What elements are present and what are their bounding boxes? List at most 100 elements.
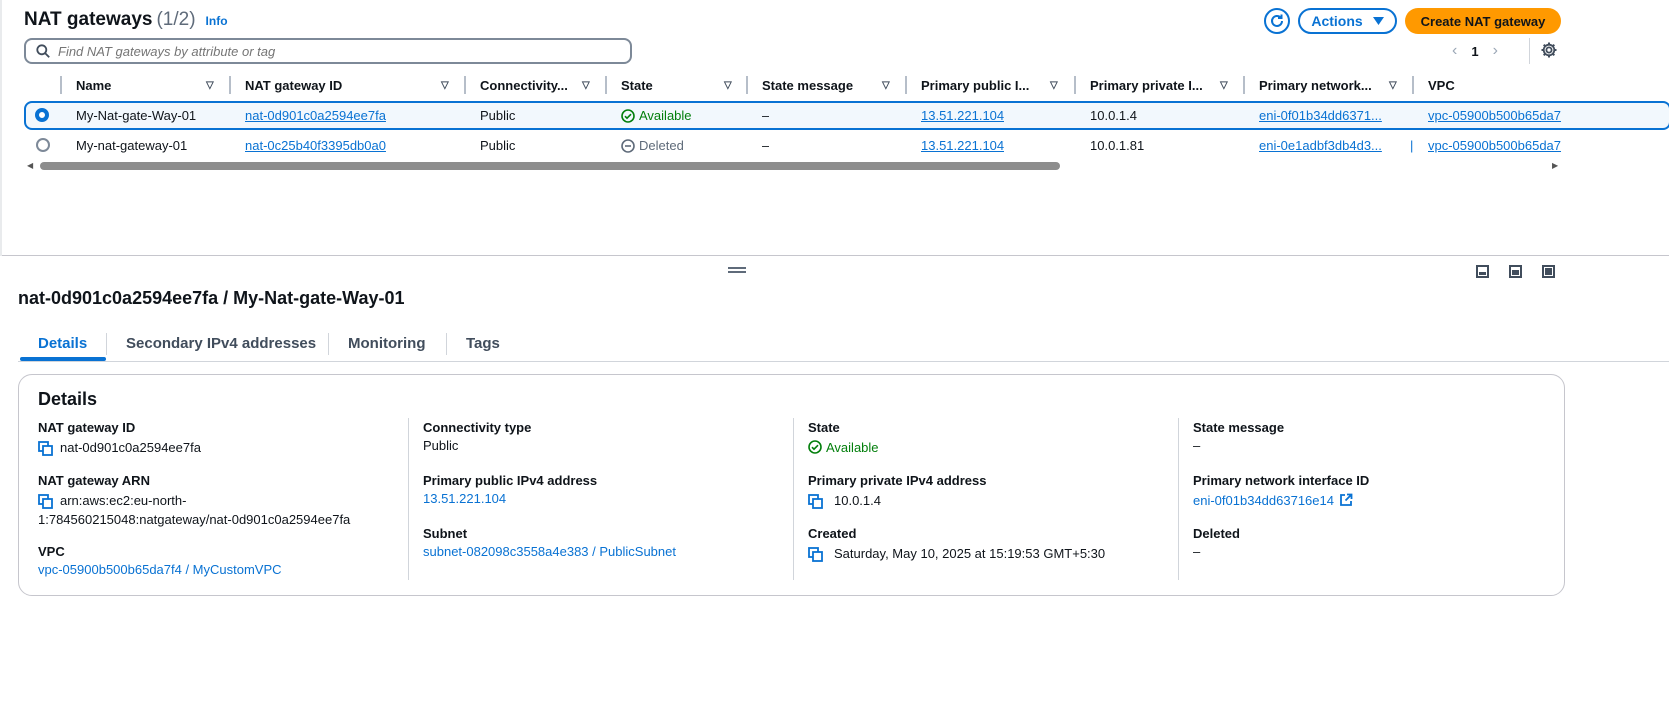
field-label: Created [808, 526, 857, 541]
cell-state-message: – [762, 138, 770, 153]
cell-public-ip-link[interactable]: 13.51.221.104 [921, 138, 1004, 153]
column-header-connectivity[interactable]: Connectivity... ▽ [480, 78, 590, 93]
field-created: Created Saturday, May 10, 2025 at 15:19:… [808, 526, 1105, 563]
field-label: State [808, 420, 840, 435]
field-label: Primary private IPv4 address [808, 473, 987, 488]
column-divider[interactable] [905, 76, 907, 94]
split-layout-controls [1476, 265, 1555, 278]
sort-icon: ▽ [582, 80, 590, 91]
column-divider[interactable] [605, 76, 607, 94]
check-circle-icon [621, 108, 635, 123]
sort-icon: ▽ [206, 80, 214, 91]
cell-vpc-link[interactable]: vpc-05900b500b65da7 [1428, 108, 1567, 123]
sort-icon: ▽ [1050, 80, 1058, 91]
external-link-icon[interactable] [1339, 493, 1353, 507]
column-header-state-message[interactable]: State message ▽ [762, 78, 890, 93]
panel-bottom-medium-icon[interactable] [1509, 265, 1522, 278]
cell-divider: | [1410, 138, 1414, 153]
copy-icon[interactable] [808, 494, 824, 510]
search-icon [36, 44, 50, 58]
cell-eni-link[interactable]: eni-0f01b34dd6371... [1259, 108, 1382, 123]
column-divider[interactable] [229, 76, 231, 94]
scrollbar-thumb[interactable] [40, 162, 1060, 170]
info-link[interactable]: Info [206, 14, 228, 28]
vpc-link[interactable]: vpc-05900b500b65da7f4 / MyCustomVPC [38, 562, 282, 577]
nat-gateways-table: Name ▽ NAT gateway ID ▽ Connectivity... ▽ S… [24, 72, 1669, 153]
sort-icon: ▽ [441, 80, 449, 91]
field-value: 10.0.1.4 [834, 493, 881, 508]
field-value-line2: 1:784560215048:natgateway/nat-0d901c0a25… [38, 512, 351, 527]
cell-vpc-link[interactable]: vpc-05900b500b65da7 [1428, 138, 1567, 153]
column-divider[interactable] [1412, 76, 1414, 94]
actions-button[interactable]: Actions [1298, 8, 1397, 34]
row-radio-selected[interactable] [35, 108, 49, 122]
column-header-name[interactable]: Name ▽ [76, 78, 216, 93]
field-label: Connectivity type [423, 420, 532, 435]
tab-monitoring[interactable]: Monitoring [348, 335, 425, 352]
state-text: Available [639, 108, 692, 123]
panel-bottom-small-icon[interactable] [1476, 265, 1489, 278]
horizontal-scrollbar[interactable]: ◀ ▶ [24, 161, 1562, 171]
cell-name: My-Nat-gate-Way-01 [76, 108, 197, 123]
drag-handle-icon[interactable] [728, 267, 746, 275]
subnet-link[interactable]: subnet-082098c3558a4e383 / PublicSubnet [423, 544, 676, 559]
search-input[interactable] [58, 43, 598, 59]
column-divider[interactable] [1074, 76, 1076, 94]
cell-public-ip-link[interactable]: 13.51.221.104 [921, 108, 1004, 123]
column-header-primary-private-ip[interactable]: Primary private I... ▽ [1090, 78, 1228, 93]
field-deleted: Deleted – [1193, 526, 1240, 559]
table-row[interactable]: My-Nat-gate-Way-01 nat-0d901c0a2594ee7fa… [24, 101, 1669, 130]
settings-button[interactable] [1540, 41, 1558, 62]
copy-icon[interactable] [38, 441, 54, 457]
field-connectivity-type: Connectivity type Public [423, 420, 531, 453]
column-header-primary-public-ip[interactable]: Primary public I... ▽ [921, 78, 1058, 93]
column-header-primary-network-interface[interactable]: Primary network... ▽ [1259, 78, 1397, 93]
column-header-state[interactable]: State ▽ [621, 78, 732, 93]
scroll-left-icon[interactable]: ◀ [27, 161, 33, 170]
column-divider [793, 418, 794, 580]
tab-details[interactable]: Details [38, 335, 87, 352]
public-ip-link[interactable]: 13.51.221.104 [423, 491, 506, 506]
next-page-icon[interactable]: › [1493, 42, 1498, 60]
row-radio[interactable] [36, 138, 50, 152]
create-nat-gateway-button[interactable]: Create NAT gateway [1405, 8, 1561, 34]
field-label: State message [1193, 420, 1285, 435]
refresh-button[interactable] [1264, 8, 1290, 34]
scroll-right-icon[interactable]: ▶ [1552, 161, 1558, 170]
previous-page-icon[interactable]: ‹ [1452, 42, 1457, 60]
field-value: Saturday, May 10, 2025 at 15:19:53 GMT+5… [834, 546, 1106, 561]
column-divider [60, 76, 62, 94]
cell-eni-link[interactable]: eni-0e1adbf3db4d3... [1259, 138, 1394, 153]
field-label: Primary public IPv4 address [423, 473, 598, 488]
column-divider[interactable] [1243, 76, 1245, 94]
cell-nat-gateway-id-link[interactable]: nat-0d901c0a2594ee7fa [245, 108, 386, 123]
column-header-vpc[interactable]: VPC [1428, 78, 1455, 93]
tab-divider [446, 333, 447, 355]
cell-private-ip: 10.0.1.4 [1090, 108, 1137, 123]
cell-name: My-nat-gateway-01 [76, 138, 188, 153]
table-row[interactable]: My-nat-gateway-01 nat-0c25b40f3395db0a0 … [24, 131, 1669, 160]
tab-divider [106, 333, 107, 355]
detail-title: nat-0d901c0a2594ee7fa / My-Nat-gate-Way-… [18, 288, 405, 308]
copy-icon[interactable] [38, 494, 54, 510]
copy-icon[interactable] [808, 547, 824, 563]
gear-icon [1541, 42, 1557, 58]
field-value-line1: arn:aws:ec2:eu-north- [60, 493, 187, 508]
active-tab-indicator [20, 357, 106, 361]
current-page[interactable]: 1 [1471, 44, 1478, 59]
field-state: State Available [808, 420, 879, 457]
tab-tags[interactable]: Tags [466, 335, 500, 352]
card-title: Details [38, 389, 98, 409]
field-value: nat-0d901c0a2594ee7fa [60, 440, 201, 455]
field-nat-gateway-id: NAT gateway ID nat-0d901c0a2594ee7fa [38, 420, 201, 457]
column-header-nat-gateway-id[interactable]: NAT gateway ID ▽ [245, 78, 449, 93]
cell-nat-gateway-id-link[interactable]: nat-0c25b40f3395db0a0 [245, 138, 386, 153]
panel-full-icon[interactable] [1542, 265, 1555, 278]
tab-secondary-ipv4-addresses[interactable]: Secondary IPv4 addresses [126, 335, 316, 352]
column-divider[interactable] [746, 76, 748, 94]
column-divider [408, 418, 409, 580]
actions-label: Actions [1311, 13, 1363, 29]
field-label: Primary network interface ID [1193, 473, 1370, 488]
column-divider[interactable] [464, 76, 466, 94]
eni-link[interactable]: eni-0f01b34dd63716e14 [1193, 491, 1334, 510]
